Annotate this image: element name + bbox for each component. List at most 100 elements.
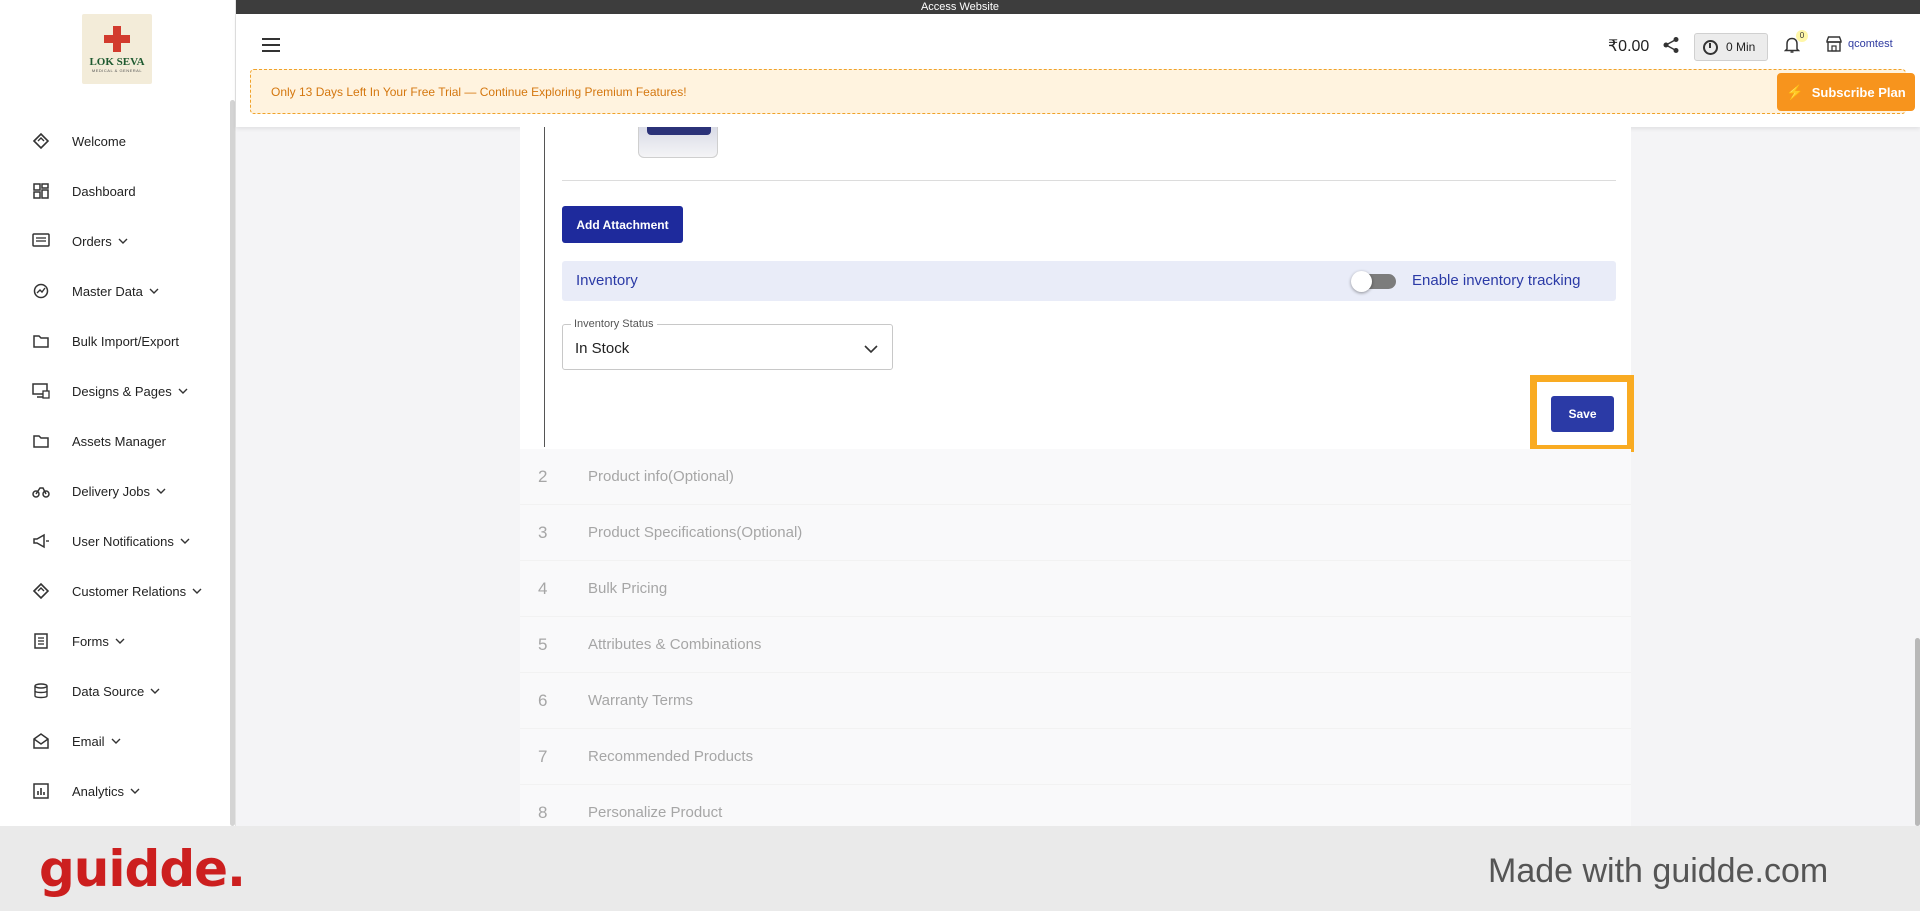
sidebar-item-dashboard[interactable]: Dashboard xyxy=(0,166,230,216)
page-scrollbar[interactable] xyxy=(1915,638,1920,826)
sidebar-item-master-data[interactable]: Master Data xyxy=(0,266,230,316)
inventory-title: Inventory xyxy=(576,272,638,289)
form-steps: 2 Product info(Optional) 3 Product Specifi… xyxy=(520,449,1631,841)
notification-count-badge: 0 xyxy=(1796,30,1808,42)
sidebar-item-label: Delivery Jobs xyxy=(72,483,151,499)
handshake-icon xyxy=(32,582,50,600)
sidebar-item-designs-pages[interactable]: Designs & Pages xyxy=(0,366,230,416)
medical-cross-icon xyxy=(104,25,130,52)
step-label: Bulk Pricing xyxy=(588,580,668,597)
subscribe-plan-button[interactable]: ⚡ Subscribe Plan xyxy=(1777,73,1915,111)
dashboard-icon xyxy=(32,182,50,200)
step-number: 2 xyxy=(538,466,548,486)
step-label: Warranty Terms xyxy=(588,692,694,709)
lok-seva-logo[interactable]: LOK SEVA MEDICAL & GENERAL xyxy=(82,14,152,84)
sidebar-item-label: Welcome xyxy=(72,133,126,149)
sidebar-scrollbar[interactable] xyxy=(230,100,235,826)
inventory-status-select[interactable]: Inventory Status In Stock xyxy=(562,318,893,370)
store-switcher[interactable]: qcomtest xyxy=(1826,36,1893,52)
attachment-thumbnail[interactable] xyxy=(638,127,718,158)
chevron-down-icon xyxy=(192,586,202,596)
wallet-balance[interactable]: ₹0.00 xyxy=(1608,36,1649,56)
subscribe-label: Subscribe Plan xyxy=(1811,84,1906,100)
sidebar-item-welcome[interactable]: Welcome xyxy=(0,116,230,166)
step-warranty-terms[interactable]: 6 Warranty Terms xyxy=(520,673,1631,729)
chevron-down-icon xyxy=(118,236,128,246)
step-label: Product Specifications(Optional) xyxy=(588,524,803,541)
scooter-icon xyxy=(32,482,50,500)
sidebar-item-bulk-import-export[interactable]: Bulk Import/Export xyxy=(0,316,230,366)
sidebar-nav: Welcome Dashboard Orders Master Data Bul… xyxy=(0,116,230,816)
forms-icon xyxy=(32,632,50,650)
chevron-down-icon xyxy=(115,636,125,646)
toggle-knob xyxy=(1351,271,1372,292)
add-attachment-button[interactable]: Add Attachment xyxy=(562,206,683,243)
sidebar-item-customer-relations[interactable]: Customer Relations xyxy=(0,566,230,616)
step-number: 5 xyxy=(538,634,548,654)
guidde-logo: guidde. xyxy=(39,840,246,898)
chevron-down-icon xyxy=(149,286,159,296)
sidebar-item-label: Forms xyxy=(72,633,109,649)
step-label: Product info(Optional) xyxy=(588,468,734,485)
chevron-down-icon xyxy=(178,386,188,396)
inventory-status-label: Inventory Status xyxy=(571,318,657,330)
top-header: ₹0.00 0 Min 0 qcomtest Only 13 Days Left… xyxy=(236,14,1920,127)
database-icon xyxy=(32,682,50,700)
trial-message: Only 13 Days Left In Your Free Trial — C… xyxy=(271,85,687,99)
megaphone-icon xyxy=(32,532,50,550)
sidebar-item-orders[interactable]: Orders xyxy=(0,216,230,266)
inventory-status-value: In Stock xyxy=(575,340,630,357)
inventory-tracking-toggle[interactable] xyxy=(1351,271,1396,292)
menu-icon[interactable] xyxy=(262,38,280,52)
chevron-down-icon xyxy=(150,686,160,696)
folder-icon xyxy=(32,432,50,450)
guidde-footer: guidde. Made with guidde.com xyxy=(0,826,1920,911)
master-data-icon xyxy=(32,282,50,300)
step-number: 6 xyxy=(538,690,548,710)
sidebar-item-email[interactable]: Email xyxy=(0,716,230,766)
chevron-down-icon xyxy=(180,536,190,546)
email-icon xyxy=(32,732,50,750)
step-label: Personalize Product xyxy=(588,804,723,821)
chevron-down-icon xyxy=(156,486,166,496)
store-icon xyxy=(1826,36,1842,52)
inventory-section-header: Inventory Enable inventory tracking xyxy=(562,261,1616,301)
sidebar-item-assets-manager[interactable]: Assets Manager xyxy=(0,416,230,466)
sidebar-item-data-source[interactable]: Data Source xyxy=(0,666,230,716)
folder-icon xyxy=(32,332,50,350)
logo-name: LOK SEVA xyxy=(89,55,145,68)
lightning-icon: ⚡ xyxy=(1786,83,1804,100)
product-form-panel: Add Attachment Inventory Enable inventor… xyxy=(520,127,1634,452)
sidebar-item-label: Email xyxy=(72,733,105,749)
step-product-specifications[interactable]: 3 Product Specifications(Optional) xyxy=(520,505,1631,561)
sidebar-item-delivery-jobs[interactable]: Delivery Jobs xyxy=(0,466,230,516)
step-number: 7 xyxy=(538,746,548,766)
session-timer[interactable]: 0 Min xyxy=(1694,33,1768,61)
step-bulk-pricing[interactable]: 4 Bulk Pricing xyxy=(520,561,1631,617)
access-website-bar[interactable]: Access Website xyxy=(0,0,1920,14)
step-number: 4 xyxy=(538,578,548,598)
sidebar-item-label: Designs & Pages xyxy=(72,383,172,399)
timer-value: 0 Min xyxy=(1726,40,1756,54)
orders-icon xyxy=(32,232,50,250)
sidebar-item-forms[interactable]: Forms xyxy=(0,616,230,666)
share-icon[interactable] xyxy=(1662,36,1680,54)
logo-tagline: MEDICAL & GENERAL xyxy=(91,67,143,73)
welcome-icon xyxy=(32,132,50,150)
store-name: qcomtest xyxy=(1848,38,1893,50)
step-label: Attributes & Combinations xyxy=(588,636,762,653)
analytics-icon xyxy=(32,782,50,800)
sidebar-item-label: Bulk Import/Export xyxy=(72,333,179,349)
sidebar-item-user-notifications[interactable]: User Notifications xyxy=(0,516,230,566)
step-product-info[interactable]: 2 Product info(Optional) xyxy=(520,449,1631,505)
sidebar: LOK SEVA MEDICAL & GENERAL Welcome Dashb… xyxy=(0,0,236,826)
sidebar-item-label: Master Data xyxy=(72,283,143,299)
step-recommended-products[interactable]: 7 Recommended Products xyxy=(520,729,1631,785)
sidebar-item-label: Orders xyxy=(72,233,112,249)
step-attributes-combinations[interactable]: 5 Attributes & Combinations xyxy=(520,617,1631,673)
save-button[interactable]: Save xyxy=(1551,396,1614,432)
clock-icon xyxy=(1703,39,1718,55)
sidebar-item-label: User Notifications xyxy=(72,533,174,549)
sidebar-item-label: Analytics xyxy=(72,783,125,799)
sidebar-item-analytics[interactable]: Analytics xyxy=(0,766,230,816)
